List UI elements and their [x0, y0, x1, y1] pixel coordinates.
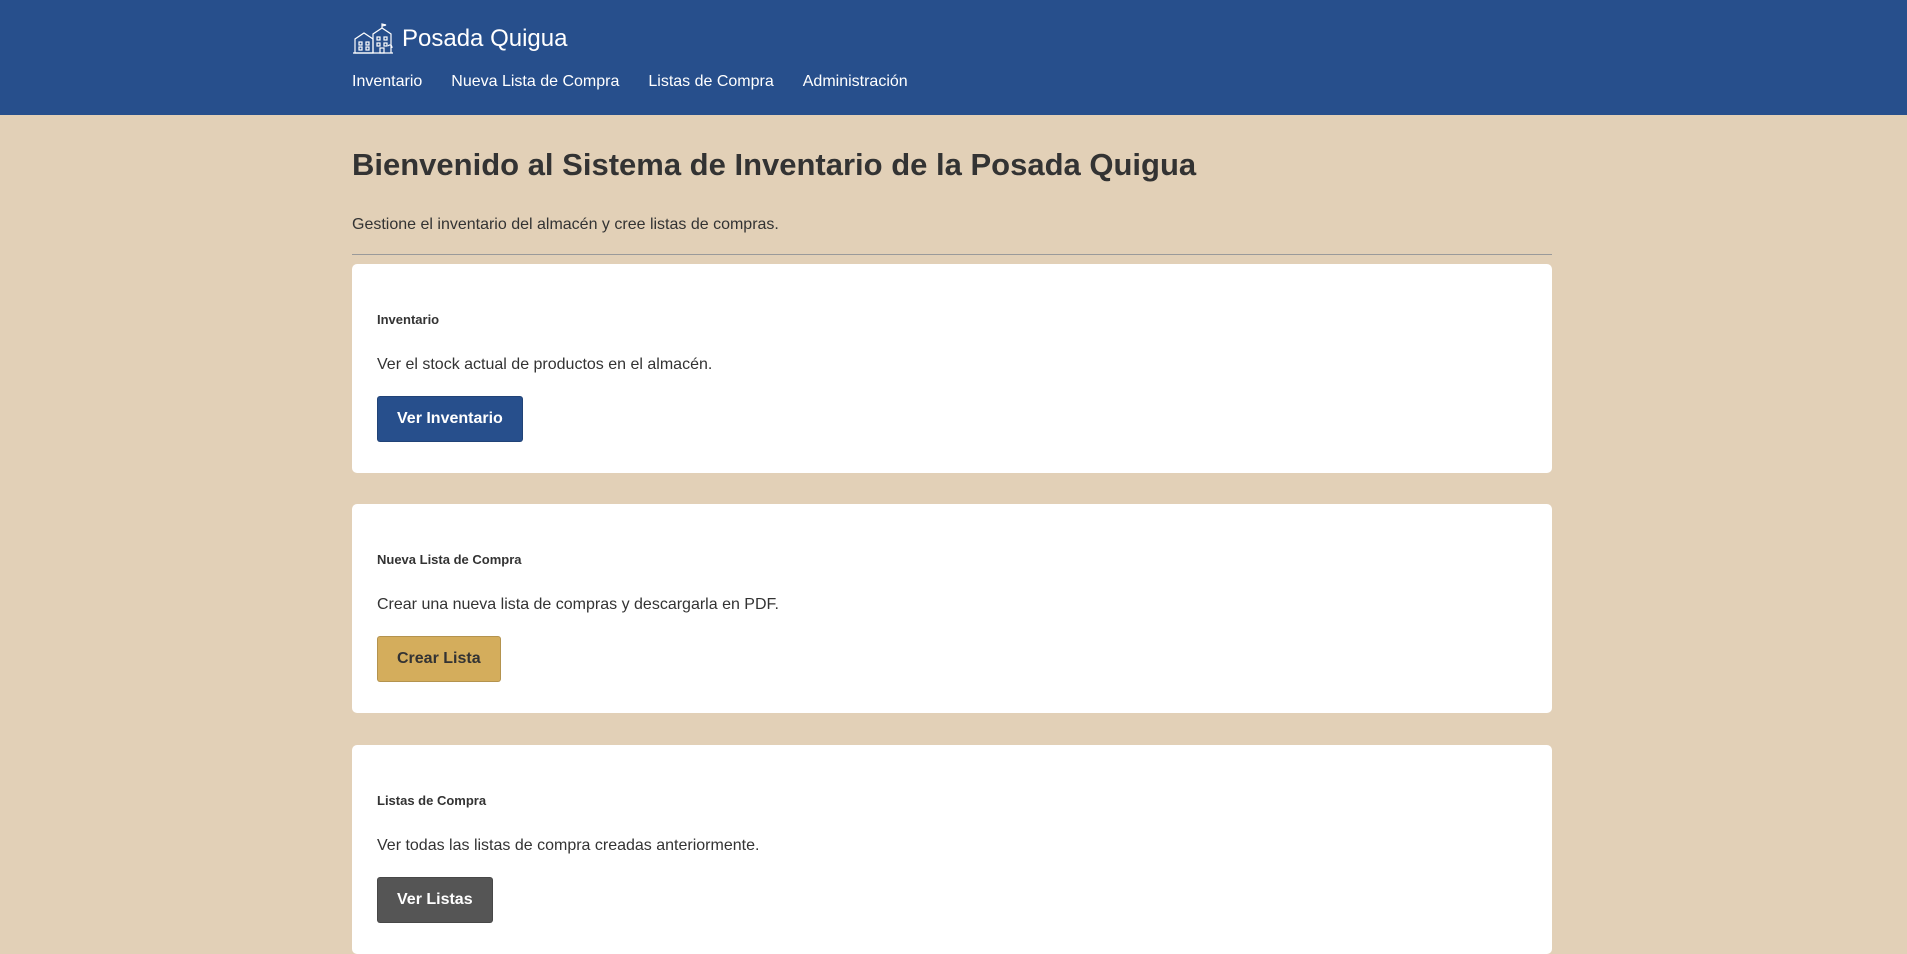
page-subtitle: Gestione el inventario del almacén y cre…	[352, 216, 779, 233]
card-nueva-lista: Nueva Lista de Compra Crear una nueva li…	[352, 504, 1552, 713]
ver-inventario-button[interactable]: Ver Inventario	[377, 396, 523, 442]
card-description: Crear una nueva lista de compras y desca…	[377, 596, 779, 613]
crear-lista-button[interactable]: Crear Lista	[377, 636, 501, 682]
brand-name: Posada Quigua	[402, 25, 568, 52]
divider	[352, 254, 1552, 255]
hotel-building-icon	[352, 22, 394, 56]
nav-item-listas-compra[interactable]: Listas de Compra	[648, 70, 773, 94]
card-title: Listas de Compra	[377, 793, 487, 808]
card-inventario: Inventario Ver el stock actual de produc…	[352, 264, 1552, 473]
main-nav: Inventario Nueva Lista de Compra Listas …	[352, 70, 937, 94]
page-title: Bienvenido al Sistema de Inventario de l…	[352, 147, 1197, 182]
card-title: Inventario	[377, 312, 440, 327]
card-title: Nueva Lista de Compra	[377, 552, 522, 567]
nav-item-nueva-lista[interactable]: Nueva Lista de Compra	[451, 70, 619, 94]
top-header: Posada Quigua Inventario Nueva Lista de …	[0, 0, 1907, 115]
card-description: Ver todas las listas de compra creadas a…	[377, 837, 760, 854]
nav-item-inventario[interactable]: Inventario	[352, 70, 422, 94]
card-listas-compra: Listas de Compra Ver todas las listas de…	[352, 745, 1552, 954]
card-description: Ver el stock actual de productos en el a…	[377, 356, 713, 373]
nav-item-administracion[interactable]: Administración	[803, 70, 908, 94]
brand[interactable]: Posada Quigua	[352, 22, 567, 56]
ver-listas-button[interactable]: Ver Listas	[377, 877, 493, 923]
